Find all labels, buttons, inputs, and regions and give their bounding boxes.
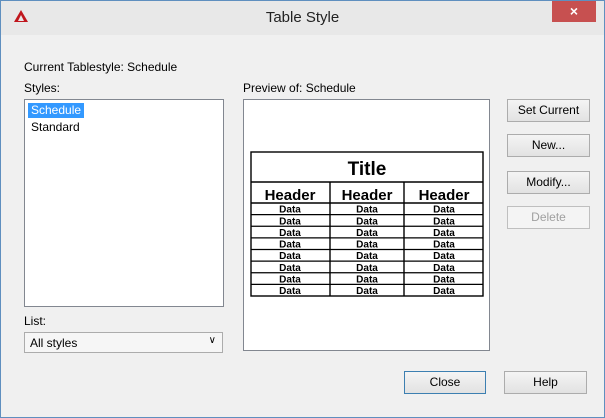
table-preview: Title Header Header Header Data Data Data D… (243, 99, 490, 351)
preview-data-cell: Data (279, 274, 301, 285)
preview-table-title: Title (348, 159, 387, 180)
delete-button: Delete (507, 206, 590, 229)
preview-header-2: Header (342, 187, 393, 204)
preview-data-cell: Data (356, 240, 378, 251)
preview-data-cell: Data (279, 263, 301, 274)
preview-data-cell: Data (356, 286, 378, 297)
style-item-schedule[interactable]: Schedule (28, 103, 85, 118)
preview-data-cell: Data (279, 251, 301, 262)
preview-label: Preview of: Schedule (243, 81, 356, 95)
style-item-standard[interactable]: Standard (28, 120, 83, 135)
preview-data-cell: Data (356, 216, 378, 227)
preview-data-cell: Data (356, 228, 378, 239)
preview-data-cell: Data (279, 205, 301, 216)
preview-data-cell: Data (279, 286, 301, 297)
close-button[interactable]: Close (404, 371, 486, 394)
preview-data-cell: Data (279, 240, 301, 251)
preview-data-cell: Data (433, 205, 455, 216)
window-title: Table Style (265, 9, 340, 26)
preview-data-cell: Data (433, 228, 455, 239)
preview-header-1: Header (265, 187, 316, 204)
preview-data-cell: Data (356, 251, 378, 262)
styles-listbox[interactable]: Schedule Standard (24, 99, 224, 307)
styles-label: Styles: (24, 81, 61, 95)
modify-button[interactable]: Modify... (507, 171, 590, 194)
preview-data-cell: Data (356, 205, 378, 216)
help-button[interactable]: Help (504, 371, 587, 394)
set-current-button[interactable]: Set Current (507, 99, 590, 122)
preview-data-cell: Data (433, 240, 455, 251)
table-style-dialog: Table Style × Current Tablestyle: Schedu… (0, 0, 605, 418)
list-label: List: (24, 314, 47, 328)
preview-data-cell: Data (433, 263, 455, 274)
new-button[interactable]: New... (507, 134, 590, 157)
preview-table-graphic: Title Header Header Header Data Data DataD… (250, 151, 484, 297)
preview-data-cell: Data (279, 228, 301, 239)
list-filter-value: All styles (30, 336, 78, 350)
chevron-down-icon: ∨ (208, 335, 216, 346)
preview-data-cell: Data (433, 274, 455, 285)
preview-data-cell: Data (433, 286, 455, 297)
preview-data-cell: Data (356, 263, 378, 274)
title-bar[interactable]: Table Style × (1, 1, 604, 35)
preview-data-cell: Data (433, 251, 455, 262)
preview-data-cell: Data (433, 216, 455, 227)
preview-header-3: Header (419, 187, 470, 204)
preview-data-cell: Data (356, 274, 378, 285)
preview-data-cell: Data (279, 216, 301, 227)
close-window-button[interactable]: × (552, 1, 596, 22)
list-filter-dropdown[interactable]: All styles ∨ (24, 332, 223, 353)
current-tablestyle-label: Current Tablestyle: Schedule (24, 60, 178, 74)
